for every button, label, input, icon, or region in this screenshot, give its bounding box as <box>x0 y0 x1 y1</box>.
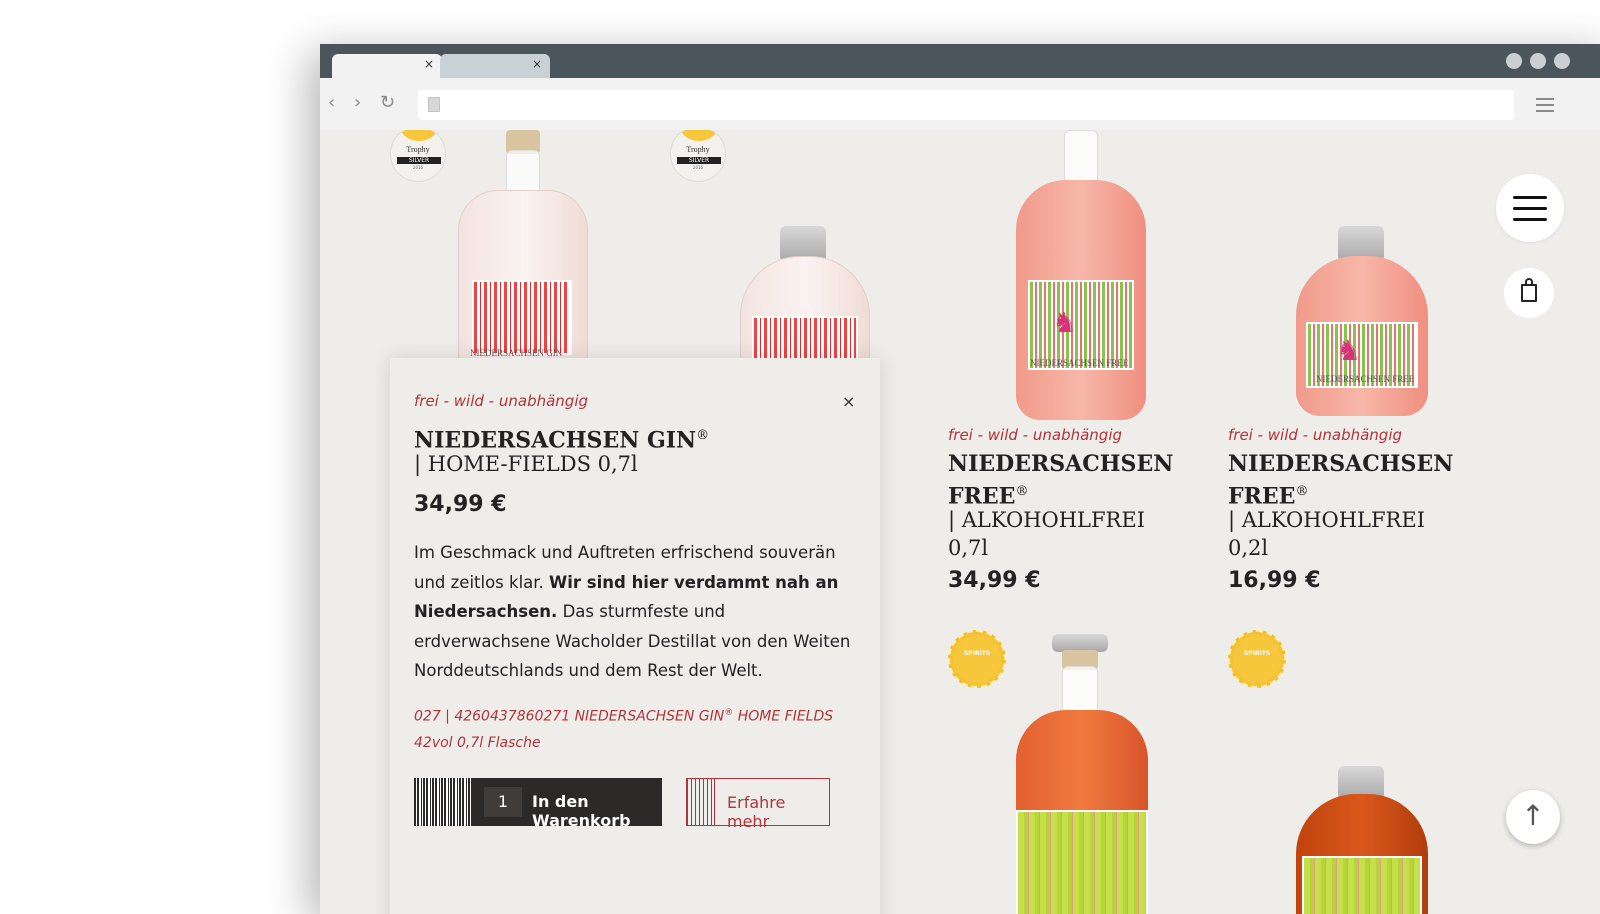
product-subtitle: | ALKOHOHLFREI 0,2l <box>1228 508 1425 560</box>
page-viewport: Trophy SILVER 2016 NIEDERSACHSEN GIN Tro… <box>320 130 1600 914</box>
popup-tagline: frei - wild - unabhängig <box>414 392 589 410</box>
popup-price: 34,99 € <box>414 492 507 517</box>
gold-medal-badge: SPIRITS <box>948 630 1006 688</box>
shopping-bag-icon[interactable] <box>1504 268 1554 318</box>
window-close-button[interactable] <box>1554 53 1570 69</box>
product-name[interactable]: NIEDERSACHSEN FREE® <box>1228 450 1453 510</box>
browser-tab-inactive[interactable]: × <box>440 54 550 78</box>
popup-description: Im Geschmack und Auftreten erfrischend s… <box>414 543 851 680</box>
tab-close-icon[interactable]: × <box>532 57 542 71</box>
page-icon <box>428 97 440 112</box>
close-icon[interactable]: × <box>842 392 855 411</box>
reload-icon[interactable]: ↻ <box>380 92 395 113</box>
address-bar[interactable] <box>418 90 1514 120</box>
barcode-icon <box>687 779 715 825</box>
learn-more-label: Erfahre mehr <box>727 793 786 831</box>
window-maximize-button[interactable] <box>1530 53 1546 69</box>
trophy-silver-medal: Trophy SILVER 2016 <box>670 130 726 182</box>
browser-window: × × ‹ › ↻ Trophy SILVER 2016 NIEDERSACHS… <box>320 44 1600 914</box>
window-minimize-button[interactable] <box>1506 53 1522 69</box>
horse-logo-icon: ♞ <box>1052 306 1078 339</box>
quantity-field[interactable]: 1 <box>484 787 522 817</box>
trophy-silver-medal: Trophy SILVER 2016 <box>390 130 446 182</box>
barcode-icon <box>414 778 472 826</box>
product-tagline: frei - wild - unabhängig <box>948 426 1123 444</box>
back-icon[interactable]: ‹ <box>328 92 335 113</box>
browser-menu-icon[interactable] <box>1536 98 1554 116</box>
product-price: 34,99 € <box>948 568 1041 593</box>
horse-logo-icon: ♞ <box>1336 334 1362 367</box>
product-tagline: frei - wild - unabhängig <box>1228 426 1403 444</box>
window-controls <box>1506 53 1570 69</box>
product-price: 16,99 € <box>1228 568 1321 593</box>
add-to-cart-button[interactable]: 1 In den Warenkorb <box>414 778 662 830</box>
browser-tab-active[interactable]: × <box>332 54 442 78</box>
scroll-to-top-button[interactable]: ↑ <box>1506 790 1560 844</box>
forward-icon[interactable]: › <box>354 92 361 113</box>
popup-sku: 027 | 4260437860271 NIEDERSACHSEN GIN® H… <box>414 708 834 751</box>
browser-titlebar: × × <box>320 44 1600 78</box>
product-name[interactable]: NIEDERSACHSEN FREE® <box>948 450 1173 510</box>
tab-close-icon[interactable]: × <box>424 57 434 71</box>
product-subtitle: | ALKOHOHLFREI 0,7l <box>948 508 1145 560</box>
popup-product-subtitle: | HOME-FIELDS 0,7l <box>414 452 638 476</box>
product-detail-popup: × frei - wild - unabhängig NIEDERSACHSEN… <box>390 358 880 914</box>
browser-toolbar: ‹ › ↻ <box>320 78 1600 130</box>
learn-more-button[interactable]: Erfahre mehr <box>686 778 830 831</box>
add-to-cart-label: In den Warenkorb <box>532 792 631 830</box>
gold-medal-badge: SPIRITS <box>1228 630 1286 688</box>
site-menu-button[interactable] <box>1496 174 1564 242</box>
